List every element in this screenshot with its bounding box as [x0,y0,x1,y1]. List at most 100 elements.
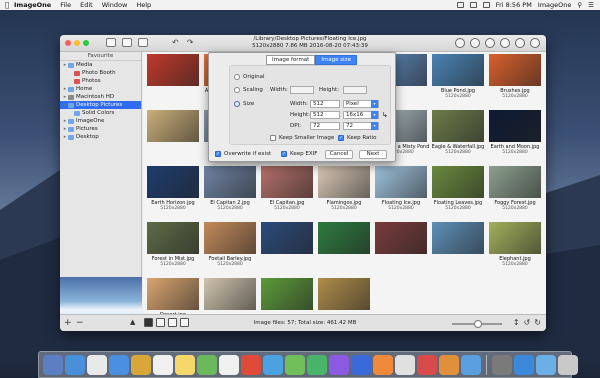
thumbnail-cell[interactable]: Flamingos.jpg 5120x2880 [316,166,372,222]
dock-app-icon[interactable] [439,355,459,375]
undo-icon[interactable]: ↶ [172,38,179,47]
dock-app-icon[interactable] [131,355,151,375]
thumbnail-image[interactable] [147,278,199,310]
thumbnail-image[interactable] [489,166,541,198]
sort-icon[interactable]: ↕ [513,318,520,327]
thumbnail-cell[interactable]: Foggy Forest.jpg 5120x2880 [487,166,543,222]
radio-scaling[interactable]: Scaling [234,87,263,93]
thumbnail-cell[interactable]: Foxtail Barley.jpg 5120x2880 [202,222,258,278]
rotate-icon[interactable] [470,38,480,48]
dock-app-icon[interactable] [395,355,415,375]
preset-select[interactable]: 16x16 ▾ [343,111,379,119]
dock-app-icon[interactable] [219,355,239,375]
menu-right-app[interactable]: ImageOne [538,1,572,9]
keep-exif-checkbox[interactable]: ✓ Keep EXIF [281,151,317,157]
info-icon[interactable] [500,38,510,48]
dock-app-icon[interactable] [87,355,107,375]
tab-image-size[interactable]: Image size [315,55,357,65]
thumbnail-image[interactable] [204,166,256,198]
minimize-button[interactable] [74,40,80,46]
dock-app-icon[interactable] [65,355,85,375]
menu-help[interactable]: Help [136,1,151,9]
keep-smaller-checkbox[interactable]: Keep Smaller Image [270,135,334,141]
dock-app-icon[interactable] [417,355,437,375]
dpi-select[interactable]: 72 ▾ [343,122,379,130]
thumbnail-image[interactable] [432,166,484,198]
cover-view-icon[interactable] [180,318,189,327]
radio-original[interactable]: Original [234,74,265,80]
eject-icon[interactable]: ▲ [130,318,135,326]
thumbnail-image[interactable] [432,54,484,86]
dock-app-icon[interactable] [43,355,63,375]
thumbnail-image[interactable] [375,222,427,254]
thumbnail-cell[interactable]: Eagle & Waterfall.jpg 5120x2880 [430,110,486,166]
rotate-right-icon[interactable]: ↻ [534,318,541,327]
dock-app-icon[interactable] [514,355,534,375]
clock[interactable]: Fri 8:56 PM [496,1,532,9]
dock-app-icon[interactable] [263,355,283,375]
column-view-icon[interactable] [168,318,177,327]
next-button[interactable]: Next [359,150,387,159]
dock-app-icon[interactable] [536,355,556,375]
redo-icon[interactable]: ↷ [187,38,194,47]
sidebar-item[interactable]: ▸ Desktop Pictures [60,101,141,109]
zoom-icon[interactable] [485,38,495,48]
menu-window[interactable]: Window [102,1,128,9]
dock-app-icon[interactable] [307,355,327,375]
settings-icon[interactable] [530,38,540,48]
notification-center-icon[interactable]: ☰ [588,1,594,9]
dock-app-icon[interactable] [373,355,393,375]
menu-edit[interactable]: Edit [80,1,93,9]
sidebar-item[interactable]: Photo Booth [60,69,141,77]
thumbnail-image[interactable] [432,222,484,254]
thumbnail-image[interactable] [489,54,541,86]
dpi-field[interactable]: 72 [310,122,340,130]
scale-width-field[interactable] [290,86,314,94]
thumbnail-cell[interactable] [373,222,429,278]
save-icon[interactable] [122,38,132,47]
thumbnail-cell[interactable]: Elephant.jpg 5120x2880 [487,222,543,278]
thumbnail-image[interactable] [147,110,199,142]
thumbnail-image[interactable] [489,110,541,142]
dock-app-icon[interactable] [153,355,173,375]
thumbnail-size-slider[interactable] [452,320,502,328]
radio-size[interactable]: Size [234,101,254,107]
zoom-button[interactable] [83,40,89,46]
rotate-left-icon[interactable]: ↺ [524,318,531,327]
cancel-button[interactable]: Cancel [325,150,353,159]
dock-app-icon[interactable] [109,355,129,375]
thumbnail-cell[interactable] [316,222,372,278]
thumbnail-image[interactable] [375,166,427,198]
dock-app-icon[interactable] [461,355,481,375]
thumbnail-cell[interactable]: El Capitan.jpg 5120x2880 [259,166,315,222]
overwrite-checkbox[interactable]: ✓ Overwrite if exist [215,151,271,157]
remove-button[interactable]: − [76,318,84,328]
thumbnail-cell[interactable]: Blue Pond.jpg 5120x2880 [430,54,486,110]
thumbnail-cell[interactable]: Forest in Mist.jpg 5120x2880 [145,222,201,278]
sidebar-item[interactable]: ▸ Desktop [60,133,141,141]
link-icon[interactable]: ↳ [382,111,388,119]
thumbnail-cell[interactable] [259,222,315,278]
slider-knob[interactable] [474,320,482,328]
menu-app-name[interactable]: ImageOne [14,1,51,9]
dock-app-icon[interactable] [492,355,512,375]
thumbnail-image[interactable] [147,222,199,254]
close-button[interactable] [65,40,71,46]
height-field[interactable]: 512 [310,111,340,119]
thumbnail-cell[interactable]: Brushes.jpg 5120x2880 [487,54,543,110]
thumbnail-image[interactable] [261,278,313,310]
dock-app-icon[interactable] [175,355,195,375]
apple-icon[interactable]:  [0,1,14,9]
sidebar-item[interactable]: ▸ Pictures [60,125,141,133]
sidebar-item[interactable]: ▸ Home [60,85,141,93]
thumbnail-image[interactable] [318,278,370,310]
thumbnail-cell[interactable] [145,110,201,166]
tab-image-format[interactable]: Image format [266,55,316,65]
menu-file[interactable]: File [60,1,71,9]
scale-height-field[interactable] [343,86,367,94]
thumbnail-image[interactable] [432,110,484,142]
thumbnail-image[interactable] [261,222,313,254]
thumbnail-image[interactable] [147,54,199,86]
spotlight-icon[interactable]: ⚲ [577,1,582,9]
thumbnail-cell[interactable] [145,54,201,110]
